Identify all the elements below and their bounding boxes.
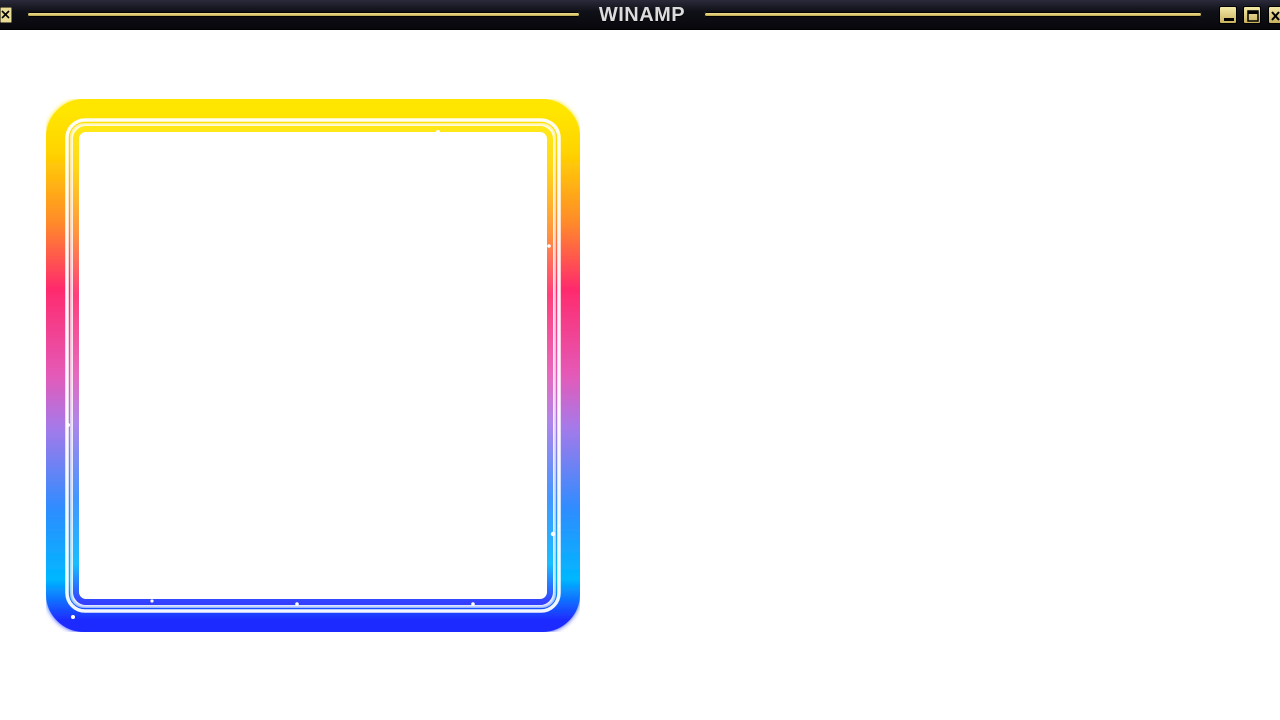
windowshade-icon [1247,10,1259,22]
title-bar-grip-right [704,12,1202,17]
title-bar[interactable]: WINAMP [0,0,1280,30]
window-title: WINAMP [598,4,686,26]
frame-inner-area [81,134,545,597]
minimize-button[interactable] [1219,6,1237,24]
neon-rainbow-frame [46,99,580,632]
app-menu-icon[interactable] [0,7,12,23]
close-button[interactable] [1268,6,1280,24]
title-bar-grip-left [27,12,580,17]
minimize-icon [1224,18,1234,21]
close-icon [1271,11,1280,21]
windowshade-button[interactable] [1243,6,1261,24]
